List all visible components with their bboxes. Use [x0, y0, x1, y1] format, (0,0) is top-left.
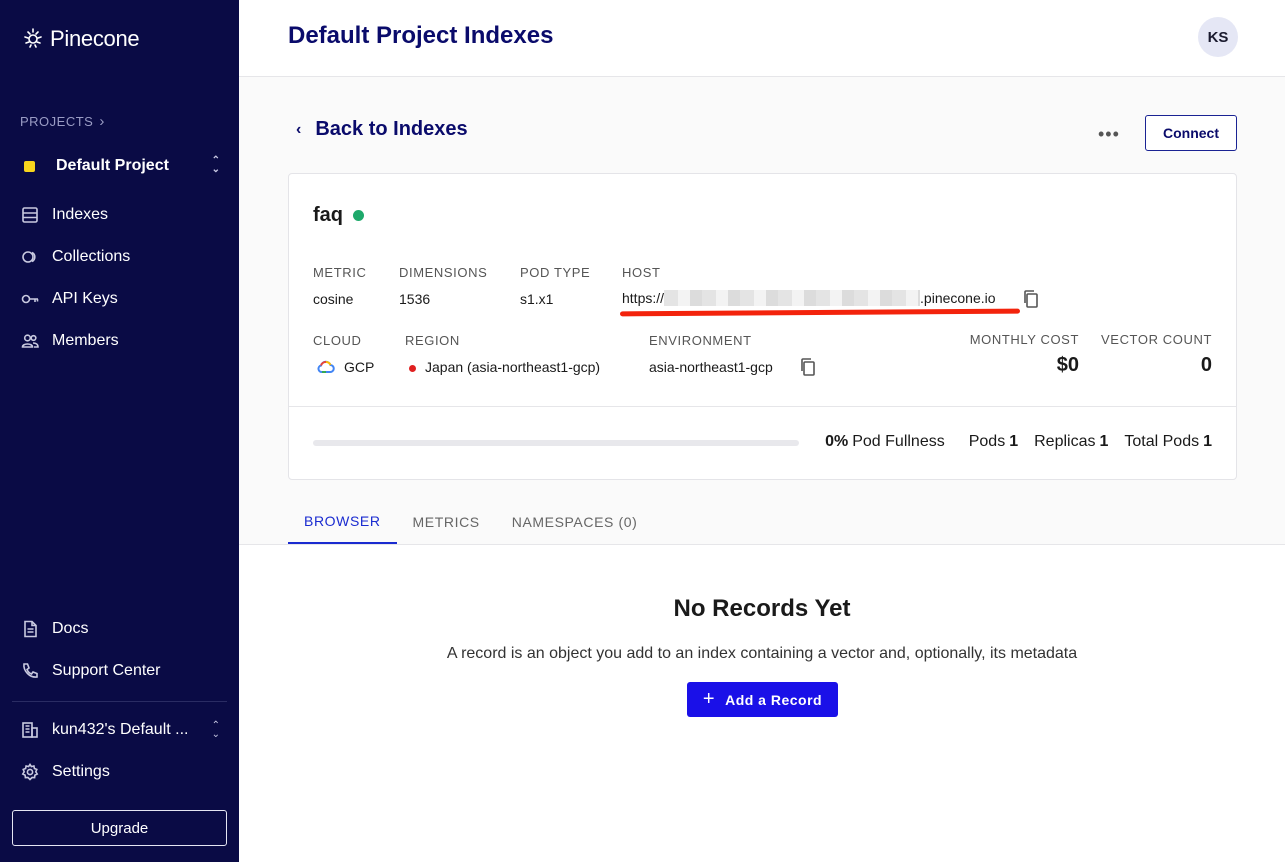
- highlight-underline: [619, 308, 1021, 317]
- copy-host-icon[interactable]: [1022, 289, 1040, 309]
- sidebar-item-support-center[interactable]: Support Center: [20, 659, 161, 683]
- sidebar-item-label: Support Center: [52, 662, 161, 679]
- index-tabs: BROWSER METRICS NAMESPACES (0): [288, 500, 653, 544]
- dimensions-value: 1536: [399, 291, 431, 307]
- environment-label: ENVIRONMENT: [649, 333, 752, 348]
- projects-link[interactable]: PROJECTS ›: [20, 113, 105, 130]
- sidebar-item-label: API Keys: [52, 290, 118, 307]
- sidebar-item-label: Collections: [52, 248, 131, 265]
- region-label: REGION: [405, 333, 460, 348]
- index-name-text: faq: [313, 204, 343, 226]
- vector-count-value: 0: [1200, 354, 1212, 376]
- cloud-label: CLOUD: [313, 333, 362, 348]
- back-label: Back to Indexes: [315, 118, 468, 140]
- records-empty-state: No Records Yet A record is an object you…: [239, 545, 1285, 862]
- avatar[interactable]: KS: [1198, 17, 1238, 57]
- sidebar-item-collections[interactable]: Collections: [20, 245, 130, 269]
- pod-type-label: POD TYPE: [520, 265, 591, 280]
- phone-icon: [20, 661, 40, 681]
- google-cloud-icon: [317, 360, 335, 373]
- vector-count-label: VECTOR COUNT: [1101, 332, 1212, 347]
- redacted-host: [664, 290, 921, 306]
- monthly-cost-value: $0: [1056, 354, 1079, 376]
- sidebar-divider: [12, 701, 227, 702]
- members-icon: [20, 331, 40, 351]
- monthly-cost-label: MONTHLY COST: [969, 332, 1079, 347]
- replicas-label: Replicas: [1034, 433, 1096, 450]
- chevron-updown-icon: ⌃ ⌄: [211, 155, 220, 175]
- upgrade-button[interactable]: Upgrade: [12, 810, 227, 846]
- index-name: faq: [313, 204, 364, 227]
- brand-name: Pinecone: [50, 26, 140, 51]
- project-name: Default Project: [56, 157, 169, 174]
- key-icon: [20, 289, 40, 309]
- chevron-left-icon: ‹: [296, 120, 302, 138]
- metric-label: METRIC: [313, 265, 367, 280]
- total-pods-value: 1: [1203, 433, 1212, 450]
- sidebar-item-members[interactable]: Members: [20, 329, 119, 353]
- tab-browser[interactable]: BROWSER: [288, 500, 397, 544]
- tab-namespaces[interactable]: NAMESPACES (0): [496, 500, 654, 544]
- dimensions-label: DIMENSIONS: [399, 265, 488, 280]
- sidebar-item-label: Docs: [52, 620, 89, 637]
- region-value: Japan (asia-northeast1-gcp): [409, 359, 600, 375]
- back-to-indexes-link[interactable]: ‹ Back to Indexes: [296, 118, 468, 141]
- organization-name: kun432's Default ...: [52, 721, 189, 738]
- document-icon: [20, 619, 40, 639]
- cloud-value: GCP: [317, 359, 374, 375]
- index-details-card: faq METRIC cosine DIMENSIONS 1536 POD TY…: [288, 173, 1237, 480]
- page-header: Default Project Indexes KS: [239, 0, 1285, 77]
- status-indicator: [353, 210, 364, 221]
- sidebar-item-indexes[interactable]: Indexes: [20, 203, 108, 227]
- region-text: Japan (asia-northeast1-gcp): [425, 359, 601, 375]
- empty-state-title: No Records Yet: [673, 595, 851, 622]
- host-label: HOST: [622, 265, 661, 280]
- gear-icon: [20, 762, 40, 782]
- sidebar-item-docs[interactable]: Docs: [20, 617, 88, 641]
- plus-icon: +: [702, 688, 716, 710]
- projects-label: PROJECTS: [20, 114, 94, 129]
- sidebar-item-label: Settings: [52, 763, 110, 780]
- building-icon: [20, 720, 40, 740]
- sidebar: Pinecone PROJECTS › Default Project ⌃ ⌄ I…: [0, 0, 239, 862]
- pinecone-icon: [24, 28, 42, 48]
- pod-fullness-value: 0%: [825, 433, 849, 450]
- environment-value: asia-northeast1-gcp: [649, 359, 773, 375]
- database-icon: [20, 205, 40, 225]
- pod-fullness-label: Pod Fullness: [852, 433, 945, 450]
- cloud-text: GCP: [344, 359, 375, 375]
- replicas-value: 1: [1099, 433, 1109, 450]
- organization-selector[interactable]: kun432's Default ... ⌃ ⌄: [20, 718, 220, 742]
- total-pods-label: Total Pods: [1124, 433, 1200, 450]
- host-value: https:// .pinecone.io: [622, 290, 996, 306]
- add-record-button[interactable]: + Add a Record: [687, 682, 838, 717]
- collections-icon: [20, 247, 40, 267]
- tab-metrics[interactable]: METRICS: [397, 500, 496, 544]
- chevron-updown-icon: ⌃ ⌄: [211, 720, 220, 740]
- sidebar-item-settings[interactable]: Settings: [20, 760, 110, 784]
- host-prefix: https://: [622, 290, 665, 306]
- japan-flag-icon: [409, 364, 416, 372]
- more-options-icon[interactable]: •••: [1098, 124, 1120, 145]
- sidebar-item-label: Indexes: [52, 206, 109, 223]
- copy-environment-icon[interactable]: [799, 357, 817, 377]
- empty-state-description: A record is an object you add to an inde…: [446, 645, 1078, 662]
- pod-type-value: s1.x1: [520, 291, 554, 307]
- pinecone-logo[interactable]: Pinecone: [22, 26, 140, 52]
- add-record-label: Add a Record: [725, 691, 823, 708]
- metric-value: cosine: [313, 291, 354, 307]
- pod-fullness-bar: [313, 440, 799, 446]
- connect-button[interactable]: Connect: [1145, 115, 1237, 151]
- page-title: Default Project Indexes: [288, 22, 554, 49]
- chevron-right-icon: ›: [99, 113, 105, 130]
- host-suffix: .pinecone.io: [920, 290, 996, 306]
- card-divider: [289, 406, 1236, 407]
- project-selector[interactable]: Default Project ⌃ ⌄: [20, 154, 220, 178]
- sidebar-item-label: Members: [52, 332, 119, 349]
- project-color-swatch: [24, 160, 35, 172]
- pods-label: Pods: [968, 433, 1006, 450]
- pod-stats: 0% Pod Fullness Pods 1 Replicas 1 Total …: [825, 433, 1212, 451]
- sidebar-item-api-keys[interactable]: API Keys: [20, 287, 118, 311]
- pods-value: 1: [1009, 433, 1019, 450]
